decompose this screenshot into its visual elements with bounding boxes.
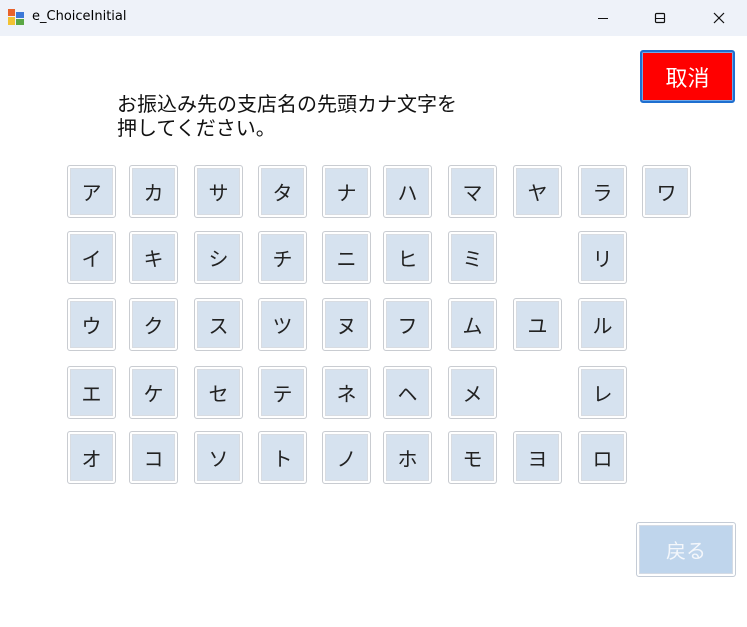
kana-button-u[interactable]: ウ	[67, 298, 116, 351]
kana-button-ki[interactable]: キ	[129, 231, 178, 284]
kana-button-ra[interactable]: ラ	[578, 165, 627, 218]
maximize-icon	[654, 12, 666, 24]
kana-button-re[interactable]: レ	[578, 366, 627, 419]
kana-button-ya[interactable]: ヤ	[513, 165, 562, 218]
kana-button-ku[interactable]: ク	[129, 298, 178, 351]
kana-button-se[interactable]: セ	[194, 366, 243, 419]
instruction-text: お振込み先の支店名の先頭カナ文字を 押してください。	[117, 92, 537, 140]
kana-button-yo[interactable]: ヨ	[513, 431, 562, 484]
kana-button-e[interactable]: エ	[67, 366, 116, 419]
kana-button-i[interactable]: イ	[67, 231, 116, 284]
close-button[interactable]	[696, 0, 742, 36]
kana-button-mi[interactable]: ミ	[448, 231, 497, 284]
kana-button-sa[interactable]: サ	[194, 165, 243, 218]
kana-button-yu[interactable]: ユ	[513, 298, 562, 351]
kana-button-o[interactable]: オ	[67, 431, 116, 484]
kana-button-hi[interactable]: ヒ	[383, 231, 432, 284]
kana-button-ko[interactable]: コ	[129, 431, 178, 484]
kana-button-ri[interactable]: リ	[578, 231, 627, 284]
kana-button-ne[interactable]: ネ	[322, 366, 371, 419]
kana-button-me[interactable]: メ	[448, 366, 497, 419]
close-icon	[713, 12, 725, 24]
kana-button-to[interactable]: ト	[258, 431, 307, 484]
kana-button-ha[interactable]: ハ	[383, 165, 432, 218]
kana-button-shi[interactable]: シ	[194, 231, 243, 284]
kana-button-fu[interactable]: フ	[383, 298, 432, 351]
kana-button-a[interactable]: ア	[67, 165, 116, 218]
kana-button-ma[interactable]: マ	[448, 165, 497, 218]
app-icon	[8, 9, 24, 25]
kana-button-mu[interactable]: ム	[448, 298, 497, 351]
cancel-button[interactable]: 取消	[640, 50, 735, 103]
kana-button-ka[interactable]: カ	[129, 165, 178, 218]
instruction-line-2: 押してください。	[117, 116, 276, 140]
title-bar: e_ChoiceInitial	[0, 0, 747, 36]
kana-button-su[interactable]: ス	[194, 298, 243, 351]
kana-button-mo[interactable]: モ	[448, 431, 497, 484]
kana-button-nu[interactable]: ヌ	[322, 298, 371, 351]
window-title: e_ChoiceInitial	[32, 9, 127, 24]
kana-button-ta[interactable]: タ	[258, 165, 307, 218]
kana-button-so[interactable]: ソ	[194, 431, 243, 484]
kana-button-chi[interactable]: チ	[258, 231, 307, 284]
maximize-button[interactable]	[637, 0, 683, 36]
kana-button-no[interactable]: ノ	[322, 431, 371, 484]
kana-button-ni[interactable]: ニ	[322, 231, 371, 284]
kana-button-te[interactable]: テ	[258, 366, 307, 419]
kana-button-he[interactable]: ヘ	[383, 366, 432, 419]
minimize-button-real[interactable]	[580, 0, 626, 36]
kana-button-wa[interactable]: ワ	[642, 165, 691, 218]
kana-button-ru[interactable]: ル	[578, 298, 627, 351]
back-button[interactable]: 戻る	[636, 522, 736, 577]
kana-button-ke[interactable]: ケ	[129, 366, 178, 419]
kana-button-tsu[interactable]: ツ	[258, 298, 307, 351]
instruction-line-1: お振込み先の支店名の先頭カナ文字を	[117, 92, 457, 116]
kana-button-ro[interactable]: ロ	[578, 431, 627, 484]
minimize-icon	[598, 18, 608, 19]
kana-button-ho[interactable]: ホ	[383, 431, 432, 484]
kana-button-na[interactable]: ナ	[322, 165, 371, 218]
